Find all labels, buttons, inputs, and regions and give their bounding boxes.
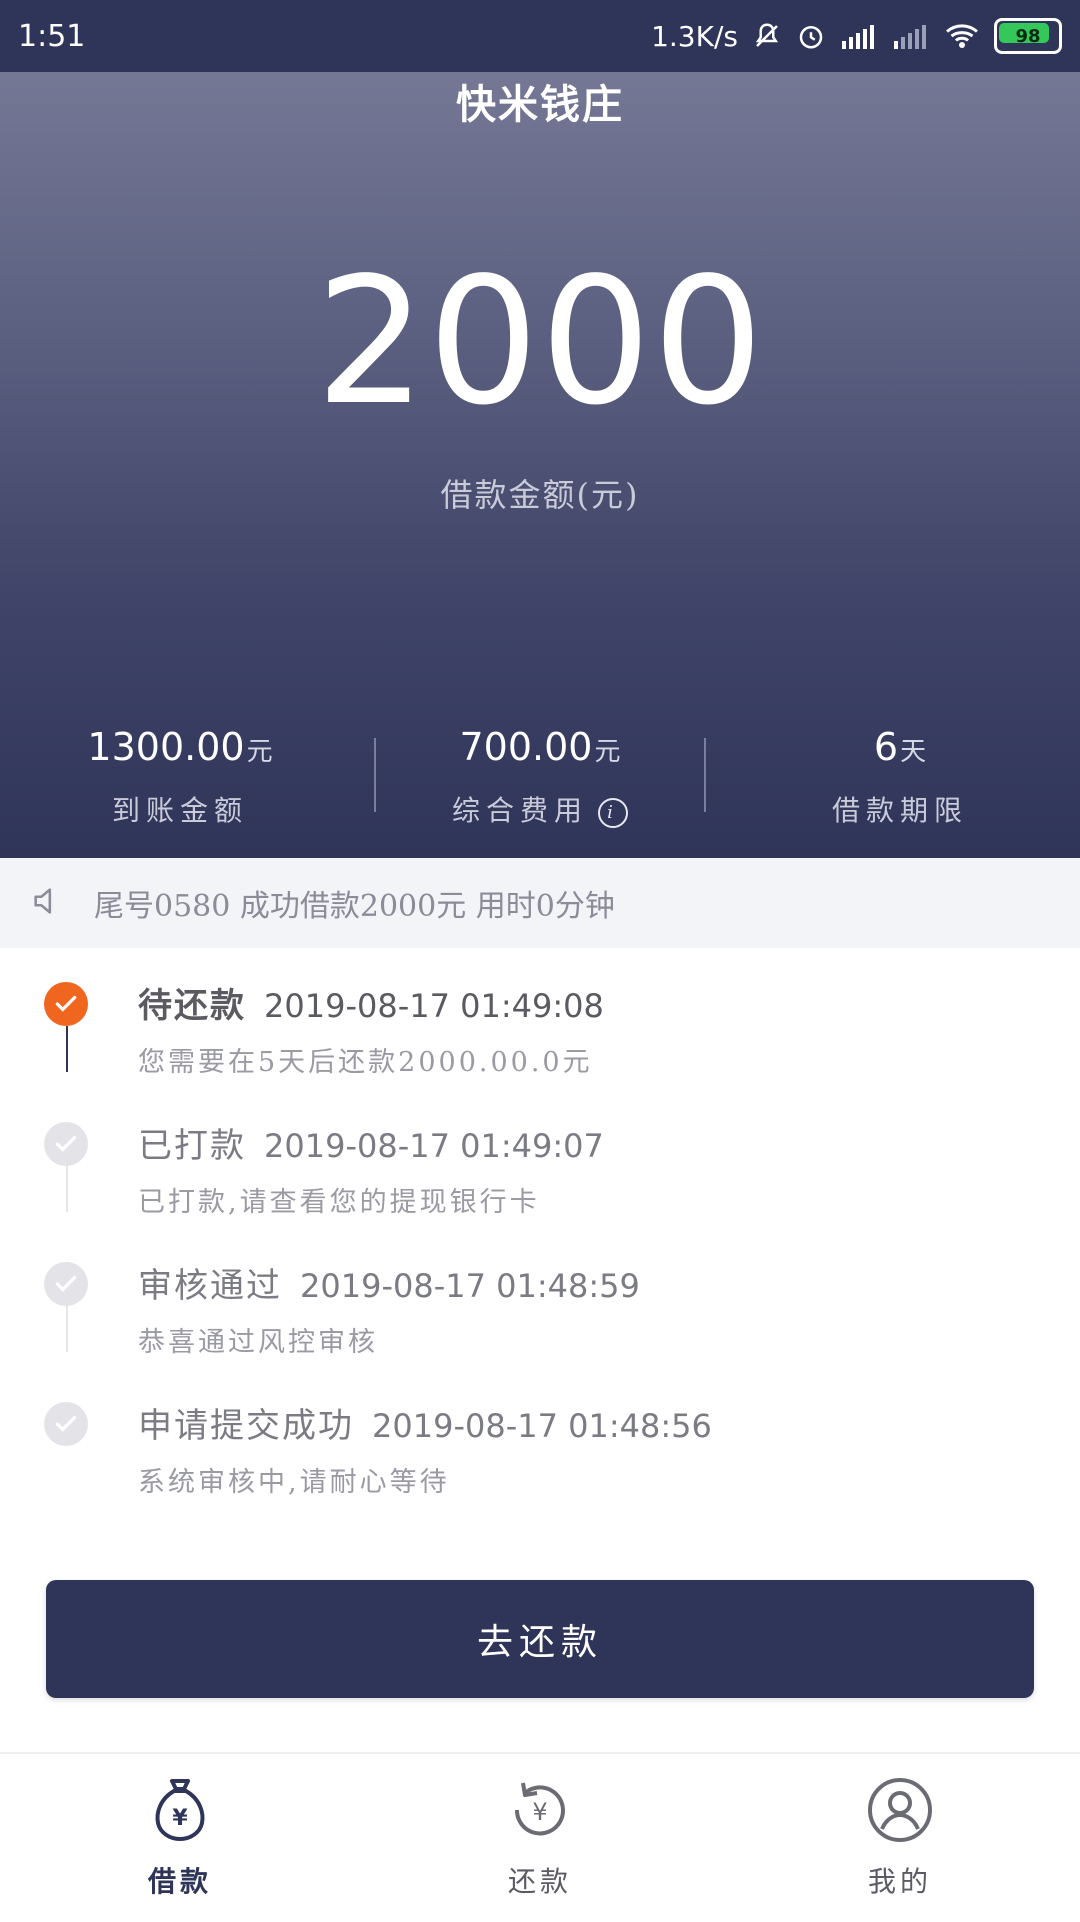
timeline-desc: 系统审核中,请耐心等待 <box>138 1467 450 1498</box>
timeline-time: 2019-08-17 01:49:08 <box>264 987 604 1025</box>
check-icon <box>44 1402 88 1446</box>
timeline-time: 2019-08-17 01:49:07 <box>264 1127 604 1165</box>
svg-text:¥: ¥ <box>172 1806 188 1831</box>
loan-term-unit: 天 <box>900 737 927 767</box>
repay-button[interactable]: 去还款 <box>46 1580 1034 1698</box>
nav-item-repay[interactable]: ¥ 还款 <box>360 1754 720 1922</box>
loan-term-label: 借款期限 <box>831 794 968 827</box>
status-time: 1:51 <box>18 18 86 54</box>
check-icon <box>44 1122 88 1166</box>
timeline-desc: 您需要在5天后还款2000.00.0元 <box>138 1047 593 1078</box>
total-fee-label: 综合费用 <box>451 794 588 827</box>
info-icon[interactable]: i <box>598 797 628 828</box>
stat-divider <box>374 738 376 812</box>
timeline-title: 申请提交成功 2019-08-17 01:48:56 <box>138 1406 712 1446</box>
hd-signal-icon <box>840 21 878 51</box>
loan-term-value: 6 <box>873 725 899 769</box>
timeline-desc: 恭喜通过风控审核 <box>138 1327 378 1358</box>
timeline-item: 待还款 2019-08-17 01:49:08 您需要在5天后还款2000.00.… <box>0 960 1080 1100</box>
notice-text: 尾号0580 成功借款2000元 用时0分钟 <box>94 889 615 924</box>
mute-bell-icon <box>752 21 782 51</box>
nav-label: 借款 <box>147 1865 212 1898</box>
wifi-icon <box>944 21 980 51</box>
signal-icon <box>892 21 930 51</box>
hero-section: 1:51 1.3K/s 98 快米钱庄 2000 借款金额(元) 1300.00… <box>0 0 1080 858</box>
stat-loan-term: 6天 借款期限 <box>720 725 1080 829</box>
app-title: 快米钱庄 <box>456 81 624 128</box>
bottom-nav: ¥ 借款 ¥ 还款 我的 <box>0 1752 1080 1922</box>
network-speed: 1.3K/s <box>651 19 738 53</box>
timeline-time: 2019-08-17 01:48:59 <box>300 1267 640 1305</box>
nav-label: 我的 <box>867 1865 932 1898</box>
repay-icon: ¥ <box>502 1772 578 1848</box>
timeline-item: 申请提交成功 2019-08-17 01:48:56 系统审核中,请耐心等待 <box>0 1380 1080 1520</box>
total-fee-unit: 元 <box>594 737 621 767</box>
speaker-icon <box>30 884 64 922</box>
timeline-title: 已打款 2019-08-17 01:49:07 <box>138 1126 604 1166</box>
money-bag-icon: ¥ <box>142 1772 218 1848</box>
battery-icon: 98 <box>994 18 1062 54</box>
loan-amount: 2000 <box>315 241 765 444</box>
received-amount-value: 1300.00 <box>87 725 245 769</box>
timeline-item: 已打款 2019-08-17 01:49:07 已打款,请查看您的提现银行卡 <box>0 1100 1080 1240</box>
nav-item-profile[interactable]: 我的 <box>720 1754 1080 1922</box>
notice-bar: 尾号0580 成功借款2000元 用时0分钟 <box>0 858 1080 948</box>
check-icon <box>44 982 88 1026</box>
nav-item-loan[interactable]: ¥ 借款 <box>0 1754 360 1922</box>
nav-label: 还款 <box>507 1865 572 1898</box>
battery-level: 98 <box>1015 25 1041 47</box>
check-icon <box>44 1262 88 1306</box>
loan-stats: 1300.00元 到账金额 700.00元 综合费用 i 6天 借款期限 <box>0 725 1080 835</box>
svg-text:¥: ¥ <box>532 1798 547 1826</box>
timeline-time: 2019-08-17 01:48:56 <box>372 1407 712 1445</box>
received-amount-unit: 元 <box>246 737 273 767</box>
timeline-title: 审核通过 2019-08-17 01:48:59 <box>138 1266 640 1306</box>
timeline-title: 待还款 2019-08-17 01:49:08 <box>138 986 604 1026</box>
alarm-icon <box>796 21 826 51</box>
stat-total-fee[interactable]: 700.00元 综合费用 i <box>360 725 720 829</box>
stat-divider <box>704 738 706 812</box>
loan-amount-label: 借款金额(元) <box>440 476 640 514</box>
timeline-item: 审核通过 2019-08-17 01:48:59 恭喜通过风控审核 <box>0 1240 1080 1380</box>
status-icons: 1.3K/s 98 <box>651 18 1062 54</box>
timeline-desc: 已打款,请查看您的提现银行卡 <box>138 1187 540 1218</box>
status-bar: 1:51 1.3K/s 98 <box>0 0 1080 72</box>
total-fee-value: 700.00 <box>459 725 593 769</box>
received-amount-label: 到账金额 <box>111 794 248 827</box>
profile-icon <box>862 1772 938 1848</box>
stat-received-amount: 1300.00元 到账金额 <box>0 725 360 829</box>
